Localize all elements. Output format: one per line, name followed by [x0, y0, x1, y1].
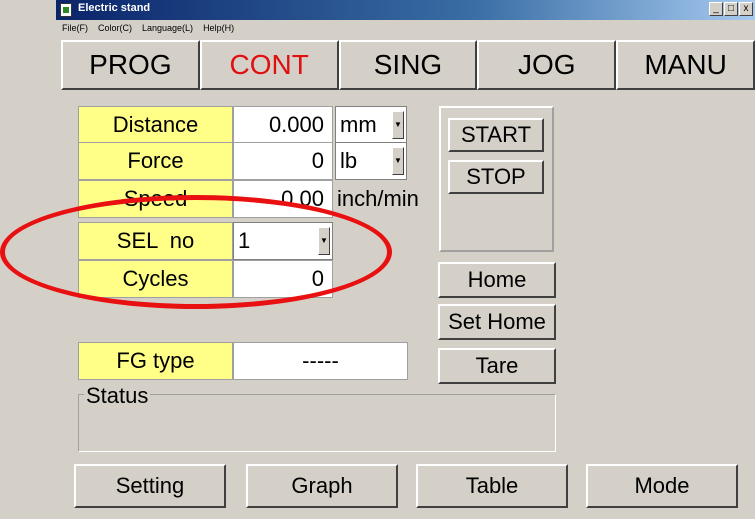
control-panel: Distance 0.000 mm ▼ Force 0 lb ▼ Speed 0… — [60, 96, 755, 456]
force-row: Force 0 lb ▼ — [78, 142, 407, 180]
speed-unit: inch/min — [337, 186, 419, 211]
cycles-input[interactable]: 0 — [233, 260, 333, 298]
window-controls: _ □ x — [709, 2, 753, 16]
speed-value: 0.00 — [233, 180, 333, 218]
menu-bar: File(F) Color(C) Language(L) Help(H) — [56, 20, 755, 36]
sel-no-row: SEL no 1 ▼ — [78, 222, 333, 260]
tab-cont[interactable]: CONT — [199, 40, 339, 90]
tare-button[interactable]: Tare — [438, 348, 556, 384]
tab-manu[interactable]: MANU — [616, 40, 755, 90]
distance-row: Distance 0.000 mm ▼ — [78, 106, 407, 144]
close-button[interactable]: x — [739, 2, 753, 16]
stop-button[interactable]: STOP — [448, 160, 544, 194]
chevron-down-icon[interactable]: ▼ — [392, 147, 404, 175]
app-icon — [60, 3, 72, 17]
fg-type-row: FG type ----- — [78, 342, 408, 380]
speed-row: Speed 0.00 inch/min — [78, 180, 419, 218]
tab-jog[interactable]: JOG — [477, 40, 617, 90]
menu-help[interactable]: Help(H) — [203, 20, 234, 36]
mode-button[interactable]: Mode — [586, 464, 738, 508]
cycles-label: Cycles — [78, 260, 233, 298]
force-unit-value: lb — [340, 148, 358, 173]
tab-prog[interactable]: PROG — [61, 40, 200, 90]
chevron-down-icon[interactable]: ▼ — [318, 227, 330, 255]
bottom-toolbar: Setting Graph Table Mode — [0, 460, 755, 519]
title-bar: Electric stand _ □ x — [56, 0, 755, 20]
set-home-button[interactable]: Set Home — [438, 304, 556, 340]
cycles-row: Cycles 0 — [78, 260, 333, 298]
start-button[interactable]: START — [448, 118, 544, 152]
distance-unit-select[interactable]: mm ▼ — [335, 106, 407, 144]
menu-language[interactable]: Language(L) — [142, 20, 193, 36]
status-label: Status — [84, 383, 151, 409]
graph-button[interactable]: Graph — [246, 464, 398, 508]
menu-file[interactable]: File(F) — [62, 20, 88, 36]
table-button[interactable]: Table — [416, 464, 568, 508]
mode-tabs: PROG CONT SING JOG MANU — [61, 40, 755, 92]
window-title: Electric stand — [78, 2, 151, 14]
fg-type-value: ----- — [233, 342, 408, 380]
tab-sing[interactable]: SING — [338, 40, 478, 90]
setting-button[interactable]: Setting — [74, 464, 226, 508]
sel-no-value: 1 — [238, 228, 251, 253]
minimize-button[interactable]: _ — [709, 2, 723, 16]
force-value: 0 — [233, 142, 333, 180]
chevron-down-icon[interactable]: ▼ — [392, 111, 404, 139]
speed-label: Speed — [78, 180, 233, 218]
sel-no-select[interactable]: 1 ▼ — [233, 222, 333, 260]
force-label: Force — [78, 142, 233, 180]
force-unit-select[interactable]: lb ▼ — [335, 142, 407, 180]
distance-unit-value: mm — [340, 112, 377, 137]
maximize-button[interactable]: □ — [724, 2, 738, 16]
sel-no-label: SEL no — [78, 222, 233, 260]
menu-color[interactable]: Color(C) — [98, 20, 132, 36]
distance-label: Distance — [78, 106, 233, 144]
home-button[interactable]: Home — [438, 262, 556, 298]
fg-type-label: FG type — [78, 342, 233, 380]
distance-value: 0.000 — [233, 106, 333, 144]
